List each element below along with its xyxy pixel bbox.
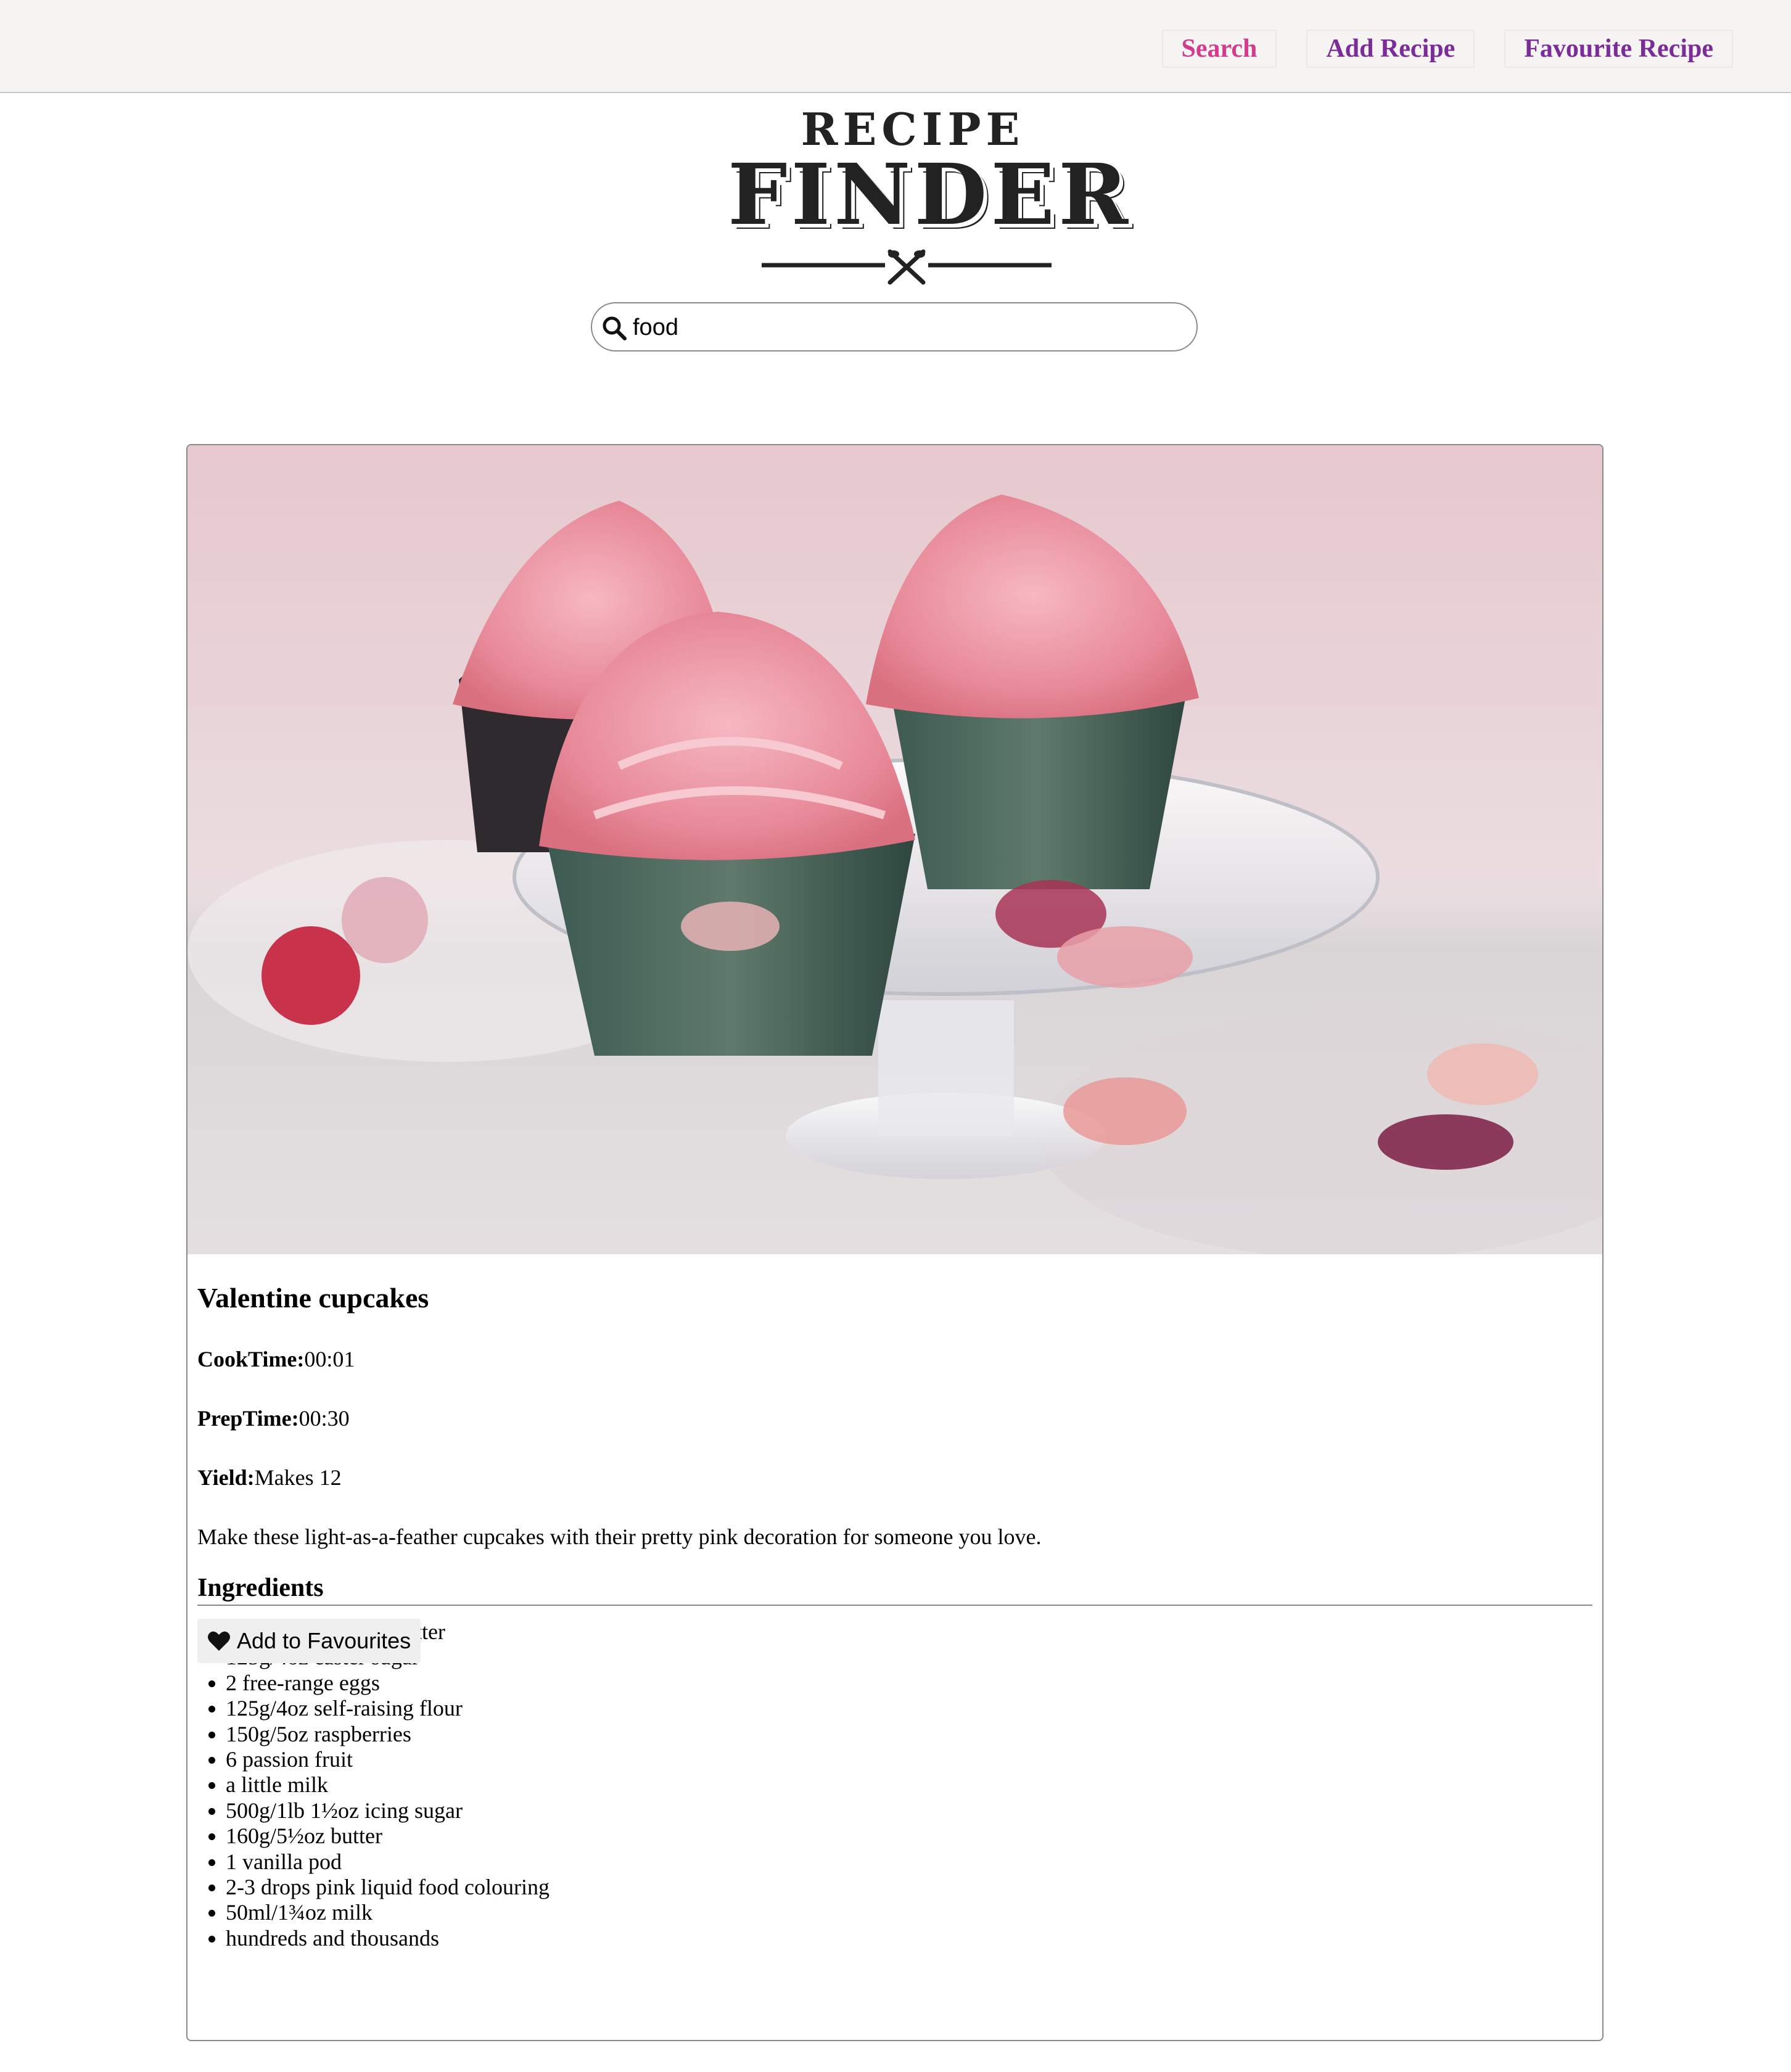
prep-time-label: PrepTime: [197, 1406, 299, 1431]
nav-favourite-recipe-link[interactable]: Favourite Recipe [1504, 30, 1733, 68]
recipe-image [187, 445, 1602, 1254]
nav-add-recipe-link[interactable]: Add Recipe [1306, 30, 1475, 68]
list-item: 125g/4oz self-raising flour [226, 1696, 1592, 1721]
fork-knife-icon [762, 249, 1052, 285]
cook-time-label: CookTime: [197, 1347, 305, 1371]
recipe-title: Valentine cupcakes [197, 1282, 429, 1314]
search-icon [603, 316, 627, 340]
cook-time: CookTime:00:01 [197, 1346, 1592, 1373]
list-item: 125g/4oz unsalted butter [226, 1619, 1592, 1645]
logo-text-finder: FINDER [728, 146, 1132, 244]
list-item: 2-3 drops pink liquid food colouring [226, 1875, 1592, 1900]
nav-search-link[interactable]: Search [1161, 30, 1277, 68]
nav-menu: Search Add Recipe Favourite Recipe [1161, 30, 1733, 68]
prep-time: PrepTime:00:30 [197, 1405, 1592, 1432]
search-input[interactable] [632, 308, 1177, 347]
list-item: 125g/4oz caster sugar [226, 1645, 1592, 1670]
ingredients-list: 125g/4oz unsalted butter 125g/4oz caster… [197, 1619, 1592, 1951]
recipe-details: Valentine cupcakes CookTime:00:01 PrepTi… [197, 1254, 1592, 1951]
top-nav-bar: Search Add Recipe Favourite Recipe [0, 0, 1791, 93]
list-item: 2 free-range eggs [226, 1671, 1592, 1696]
list-item: 160g/5½oz butter [226, 1823, 1592, 1849]
cook-time-value: 00:01 [304, 1347, 355, 1371]
ingredients-heading: Ingredients [197, 1572, 1592, 1606]
list-item: hundreds and thousands [226, 1926, 1592, 1951]
list-item: 50ml/1¾oz milk [226, 1900, 1592, 1925]
yield: Yield:Makes 12 [197, 1464, 1592, 1491]
add-to-favourites-button[interactable]: Add to Favourites [197, 1619, 421, 1663]
search-box [591, 302, 1198, 352]
list-item: 500g/1lb 1½oz icing sugar [226, 1798, 1592, 1823]
add-to-favourites-label: Add to Favourites [237, 1628, 411, 1653]
recipe-finder-logo: RECIPE FINDER [728, 105, 1132, 290]
recipe-card: Valentine cupcakes CookTime:00:01 PrepTi… [186, 444, 1604, 2041]
list-item: 6 passion fruit [226, 1747, 1592, 1772]
list-item: 150g/5oz raspberries [226, 1722, 1592, 1747]
prep-time-value: 00:30 [298, 1406, 350, 1431]
list-item: 1 vanilla pod [226, 1849, 1592, 1875]
heart-icon [208, 1631, 230, 1651]
list-item: a little milk [226, 1772, 1592, 1798]
yield-value: Makes 12 [254, 1465, 342, 1490]
yield-label: Yield: [197, 1465, 255, 1490]
recipe-description: Make these light-as-a-feather cupcakes w… [197, 1524, 1042, 1549]
